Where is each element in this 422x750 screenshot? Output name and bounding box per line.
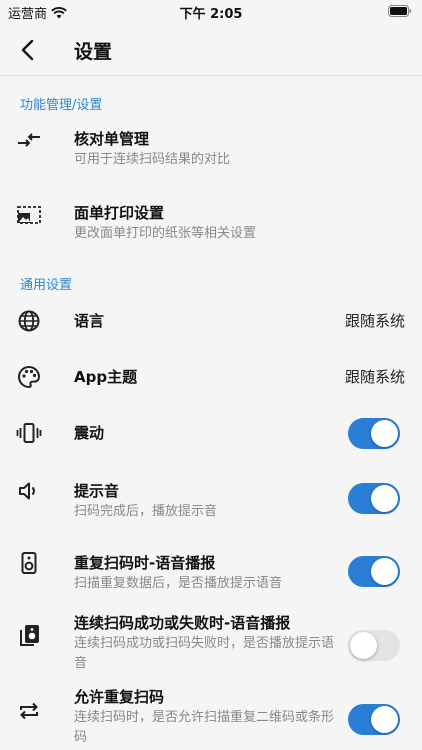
toggle-knob — [371, 706, 398, 733]
vibration-row: 震动 — [0, 408, 422, 460]
photo-size-select-icon — [17, 206, 41, 224]
vibration-icon — [16, 423, 42, 443]
toggle-knob — [371, 420, 398, 447]
language-label: 语言 — [74, 312, 105, 330]
language-value: 跟随系统 — [344, 312, 405, 330]
app-theme-value: 跟随系统 — [344, 368, 405, 386]
section-header-general: 通用设置 — [20, 278, 73, 293]
prompt-sound-label: 提示音 — [74, 482, 120, 500]
checklist-management-label: 核对单管理 — [74, 130, 150, 148]
app-theme-row[interactable]: App主题 跟随系统 — [0, 352, 422, 404]
toggle-knob — [371, 485, 398, 512]
print-settings-desc: 更改面单打印的纸张等相关设置 — [74, 226, 257, 241]
duplicate-voice-toggle[interactable] — [348, 556, 400, 587]
page-title: 设置 — [74, 41, 113, 63]
print-settings-row[interactable]: 面单打印设置 更改面单打印的纸张等相关设置 — [0, 192, 422, 254]
toggle-knob — [371, 558, 398, 585]
palette-icon — [18, 365, 40, 389]
speaker-group-icon — [20, 625, 39, 646]
allow-duplicate-toggle[interactable] — [348, 704, 400, 735]
continuous-voice-row: 连续扫码成功或失败时-语音播报 连续扫码成功或扫码失败时，是否播放提示语音 — [0, 612, 422, 682]
checklist-management-desc: 可用于连续扫码结果的对比 — [74, 152, 231, 167]
status-time: 下午 2:05 — [179, 7, 243, 22]
allow-duplicate-label: 允许重复扫码 — [74, 688, 165, 706]
duplicate-voice-desc: 扫描重复数据后，是否播放提示语音 — [74, 576, 283, 591]
vibration-toggle[interactable] — [348, 418, 400, 449]
speaker-icon — [21, 552, 37, 574]
app-theme-label: App主题 — [74, 368, 138, 386]
duplicate-voice-row: 重复扫码时-语音播报 扫描重复数据后，是否播放提示语音 — [0, 542, 422, 604]
repeat-icon — [20, 702, 38, 720]
compare-arrows-icon — [18, 133, 40, 147]
allow-duplicate-desc: 连续扫码时，是否允许扫描重复二维码或条形码 — [74, 710, 335, 745]
allow-duplicate-row: 允许重复扫码 连续扫码时，是否允许扫描重复二维码或条形码 — [0, 686, 422, 750]
checklist-management-row[interactable]: 核对单管理 可用于连续扫码结果的对比 — [0, 118, 422, 180]
prompt-sound-row: 提示音 扫码完成后，播放提示音 — [0, 470, 422, 532]
status-bar: 运营商 下午 2:05 — [0, 0, 422, 24]
language-row[interactable]: 语言 跟随系统 — [0, 296, 422, 348]
print-settings-label: 面单打印设置 — [74, 204, 165, 222]
globe-icon — [18, 310, 40, 332]
battery-icon — [388, 5, 411, 17]
prompt-sound-toggle[interactable] — [348, 483, 400, 514]
prompt-sound-desc: 扫码完成后，播放提示音 — [74, 504, 218, 519]
section-header-function: 功能管理/设置 — [20, 98, 103, 113]
back-arrow-icon[interactable] — [16, 37, 42, 63]
vibration-label: 震动 — [74, 424, 105, 442]
continuous-voice-desc: 连续扫码成功或扫码失败时，是否播放提示语音 — [74, 636, 335, 671]
continuous-voice-toggle[interactable] — [348, 630, 400, 661]
toggle-knob — [350, 632, 377, 659]
volume-icon — [19, 482, 35, 500]
nav-bar: 设置 — [0, 24, 422, 76]
duplicate-voice-label: 重复扫码时-语音播报 — [74, 554, 216, 572]
continuous-voice-label: 连续扫码成功或失败时-语音播报 — [74, 614, 291, 632]
